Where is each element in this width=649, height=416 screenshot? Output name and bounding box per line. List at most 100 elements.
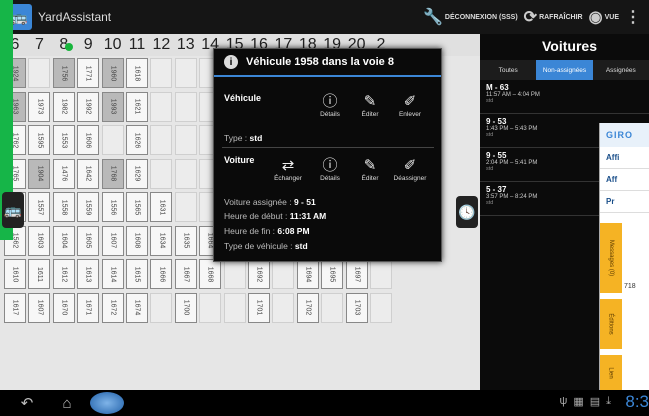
tab-assigned[interactable]: Assignées (592, 60, 649, 80)
overflow-menu-icon[interactable]: ⋮ (625, 7, 643, 27)
vehicle-slot[interactable] (150, 91, 173, 122)
messages-tab[interactable]: Messages (0) (600, 223, 622, 293)
refresh-button[interactable]: ⟳ RAFRAÎCHIR (524, 7, 583, 27)
vehicle-slot[interactable]: 1993 (101, 91, 124, 122)
vehicle-slot[interactable]: 1606 (77, 125, 100, 155)
voiture-edit-button[interactable]: ✎ Éditer (350, 157, 390, 182)
logout-button[interactable]: 🔧 DÉCONNEXION (SSS) (423, 7, 518, 27)
vehicle-slot[interactable]: 1771 (77, 58, 100, 88)
vehicle-slot[interactable]: 1605 (77, 225, 100, 256)
vehicle-slot[interactable] (223, 259, 246, 289)
vehicle-slot[interactable]: 1756 (52, 58, 75, 88)
voiture-details-button[interactable]: ⓘ Détails (310, 157, 350, 182)
vehicle-slot[interactable]: 1614 (101, 259, 124, 289)
vehicle-slot[interactable]: 1635 (174, 225, 197, 256)
view-button[interactable]: ◉ VUE (589, 7, 619, 27)
tab-all[interactable]: Toutes (480, 60, 537, 80)
vehicle-slot[interactable]: 1695 (321, 259, 344, 289)
vehicle-slot[interactable]: 1668 (199, 259, 222, 289)
vehicle-slot[interactable]: 1642 (77, 158, 100, 189)
vehicle-slot[interactable]: 1603 (28, 225, 51, 256)
vehicle-slot[interactable] (370, 259, 392, 289)
vehicle-slot[interactable]: 1670 (52, 292, 75, 323)
vehicle-slot[interactable]: 1982 (52, 91, 75, 122)
vehicle-slot[interactable]: 1556 (101, 192, 124, 222)
vehicle-slot[interactable]: 1617 (4, 292, 26, 323)
vehicle-slot[interactable] (199, 292, 222, 323)
vehicle-slot[interactable] (174, 192, 197, 222)
vehicle-slot[interactable]: 1667 (174, 259, 197, 289)
links-tab[interactable]: Lien (600, 355, 622, 390)
vehicle-slot[interactable]: 1611 (28, 259, 51, 289)
back-icon[interactable]: ↶ (14, 394, 40, 412)
side-clock-icon[interactable]: 🕓 (456, 196, 478, 228)
overlay-row[interactable]: Pr (600, 191, 649, 213)
vehicle-slot[interactable]: 1610 (4, 259, 26, 289)
vehicle-slot[interactable] (223, 292, 246, 323)
vehicle-slot[interactable] (272, 292, 295, 323)
recent-apps-icon[interactable] (90, 392, 124, 414)
vehicle-edit-button[interactable]: ✎ Éditer (350, 93, 390, 118)
vehicle-slot[interactable]: 1904 (28, 158, 51, 189)
vehicle-slot[interactable]: 1992 (77, 91, 100, 122)
vehicle-slot[interactable] (150, 125, 173, 155)
vehicle-slot[interactable]: 1608 (126, 225, 148, 256)
vehicle-slot[interactable]: 1694 (296, 259, 319, 289)
vehicle-slot[interactable] (150, 292, 173, 323)
vehicle-slot[interactable]: 1621 (126, 91, 148, 122)
car-entry[interactable]: M - 63 11:57 AM – 4:04 PM std (480, 80, 649, 114)
vehicle-slot[interactable] (150, 58, 173, 88)
vehicle-slot[interactable]: 1476 (52, 158, 75, 189)
vehicle-slot[interactable]: 1960 (101, 58, 124, 88)
vehicle-slot[interactable]: 1703 (345, 292, 368, 323)
vehicle-slot[interactable] (174, 58, 197, 88)
vehicle-slot[interactable]: 1634 (150, 225, 173, 256)
vehicle-slot[interactable]: 1618 (126, 58, 148, 88)
vehicle-slot[interactable]: 1631 (150, 192, 173, 222)
vehicle-slot[interactable]: 1626 (126, 125, 148, 155)
unassign-button[interactable]: ✐ Déassigner (390, 157, 430, 182)
vehicle-slot[interactable]: 1973 (28, 91, 51, 122)
side-bus-icon[interactable]: 🚌 (2, 192, 24, 228)
vehicle-slot[interactable]: 1612 (52, 259, 75, 289)
home-icon[interactable]: ⌂ (54, 395, 80, 412)
vehicle-slot[interactable] (28, 58, 51, 88)
vehicle-slot[interactable]: 1595 (28, 125, 51, 155)
vehicle-slot[interactable]: 1701 (248, 292, 270, 323)
overlay-row[interactable]: Aff (600, 169, 649, 191)
vehicle-slot[interactable] (321, 292, 344, 323)
vehicle-slot[interactable] (101, 125, 124, 155)
vehicle-slot[interactable]: 1674 (126, 292, 148, 323)
overlay-row[interactable]: Affi (600, 147, 649, 169)
vehicle-slot[interactable] (174, 91, 197, 122)
editions-tab[interactable]: Éditions (600, 299, 622, 349)
vehicle-slot[interactable]: 1607 (28, 292, 51, 323)
vehicle-slot[interactable] (272, 259, 295, 289)
vehicle-slot[interactable]: 1692 (248, 259, 270, 289)
vehicle-slot[interactable]: 1671 (77, 292, 100, 323)
vehicle-slot[interactable] (370, 292, 392, 323)
vehicle-slot[interactable]: 1702 (296, 292, 319, 323)
vehicle-slot[interactable] (150, 158, 173, 189)
vehicle-slot[interactable]: 1557 (28, 192, 51, 222)
vehicle-slot[interactable]: 1553 (52, 125, 75, 155)
vehicle-remove-button[interactable]: ✐ Enlever (390, 93, 430, 118)
vehicle-slot[interactable] (174, 125, 197, 155)
vehicle-slot[interactable]: 1558 (52, 192, 75, 222)
vehicle-slot[interactable]: 1768 (101, 158, 124, 189)
vehicle-slot[interactable]: 1604 (52, 225, 75, 256)
tab-unassigned[interactable]: Non-assignées (536, 60, 593, 80)
vehicle-slot[interactable]: 1607 (101, 225, 124, 256)
vehicle-slot[interactable]: 1615 (126, 259, 148, 289)
vehicle-slot[interactable]: 1672 (101, 292, 124, 323)
vehicle-slot[interactable]: 1613 (77, 259, 100, 289)
vehicle-slot[interactable]: 1700 (174, 292, 197, 323)
vehicle-slot[interactable]: 1565 (126, 192, 148, 222)
vehicle-slot[interactable]: 1559 (77, 192, 100, 222)
vehicle-slot[interactable]: 1666 (150, 259, 173, 289)
vehicle-details-button[interactable]: ⓘ Détails (310, 93, 350, 118)
vehicle-slot[interactable]: 1697 (345, 259, 368, 289)
vehicle-slot[interactable] (174, 158, 197, 189)
vehicle-slot[interactable]: 1629 (126, 158, 148, 189)
swap-button[interactable]: ⇄ Échanger (268, 157, 308, 182)
